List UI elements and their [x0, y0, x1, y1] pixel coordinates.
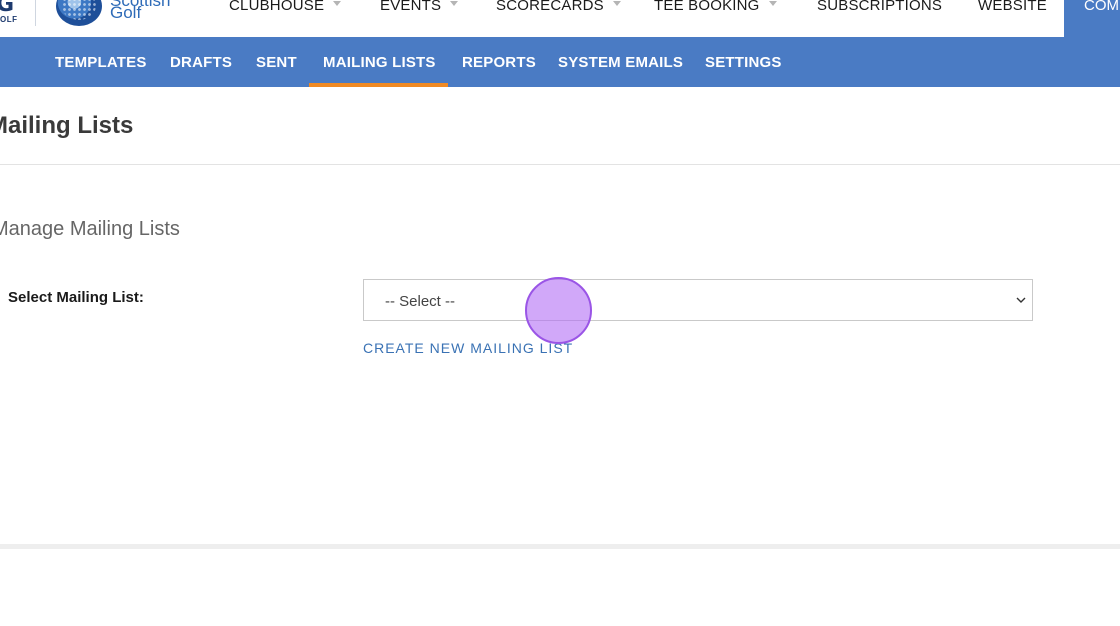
page-title: Mailing Lists [0, 112, 134, 139]
sub-navigation: TEMPLATES DRAFTS SENT MAILING LISTS REPO… [0, 37, 1120, 87]
tab-drafts[interactable]: DRAFTS [170, 54, 232, 71]
section-title: Manage Mailing Lists [0, 218, 180, 240]
click-indicator [525, 277, 592, 344]
caret-down-icon [333, 1, 342, 6]
caret-down-icon [768, 1, 777, 6]
tab-system-emails[interactable]: SYSTEM EMAILS [558, 54, 683, 71]
golf-ball-logo-icon[interactable] [56, 0, 102, 26]
nav-subscriptions[interactable]: SUBSCRIPTIONS [817, 0, 942, 14]
nav-clubhouse[interactable]: CLUBHOUSE [229, 0, 342, 14]
chevron-down-icon [1016, 297, 1026, 303]
select-mailing-list-label: Select Mailing List: [8, 289, 144, 306]
create-new-mailing-list-link[interactable]: CREATE NEW MAILING LIST [363, 340, 573, 356]
footer-divider [0, 544, 1120, 549]
tab-sent[interactable]: SENT [256, 54, 297, 71]
nav-tee-booking[interactable]: TEE BOOKING [654, 0, 777, 14]
select-value: -- Select -- [385, 293, 456, 310]
nav-scorecards[interactable]: SCORECARDS [496, 0, 621, 14]
logo-small-text: OLF [0, 15, 18, 24]
tab-mailing-lists[interactable]: MAILING LISTS [323, 54, 436, 71]
tab-reports[interactable]: REPORTS [462, 54, 536, 71]
nav-website[interactable]: WEBSITE [978, 0, 1047, 14]
caret-down-icon [450, 1, 459, 6]
divider [0, 164, 1120, 165]
nav-events[interactable]: EVENTS [380, 0, 459, 14]
mailing-list-select[interactable]: -- Select -- [363, 279, 1033, 321]
nav-communications[interactable]: COM [1064, 0, 1120, 37]
top-header: G OLF Scottish Golf CLUBHOUSE EVENTS SCO… [0, 0, 1120, 37]
tab-templates[interactable]: TEMPLATES [55, 54, 147, 71]
active-tab-indicator [309, 83, 448, 87]
logo-divider [35, 0, 36, 26]
logo-text: Golf [110, 3, 142, 22]
tab-settings[interactable]: SETTINGS [705, 54, 782, 71]
caret-down-icon [612, 1, 621, 6]
